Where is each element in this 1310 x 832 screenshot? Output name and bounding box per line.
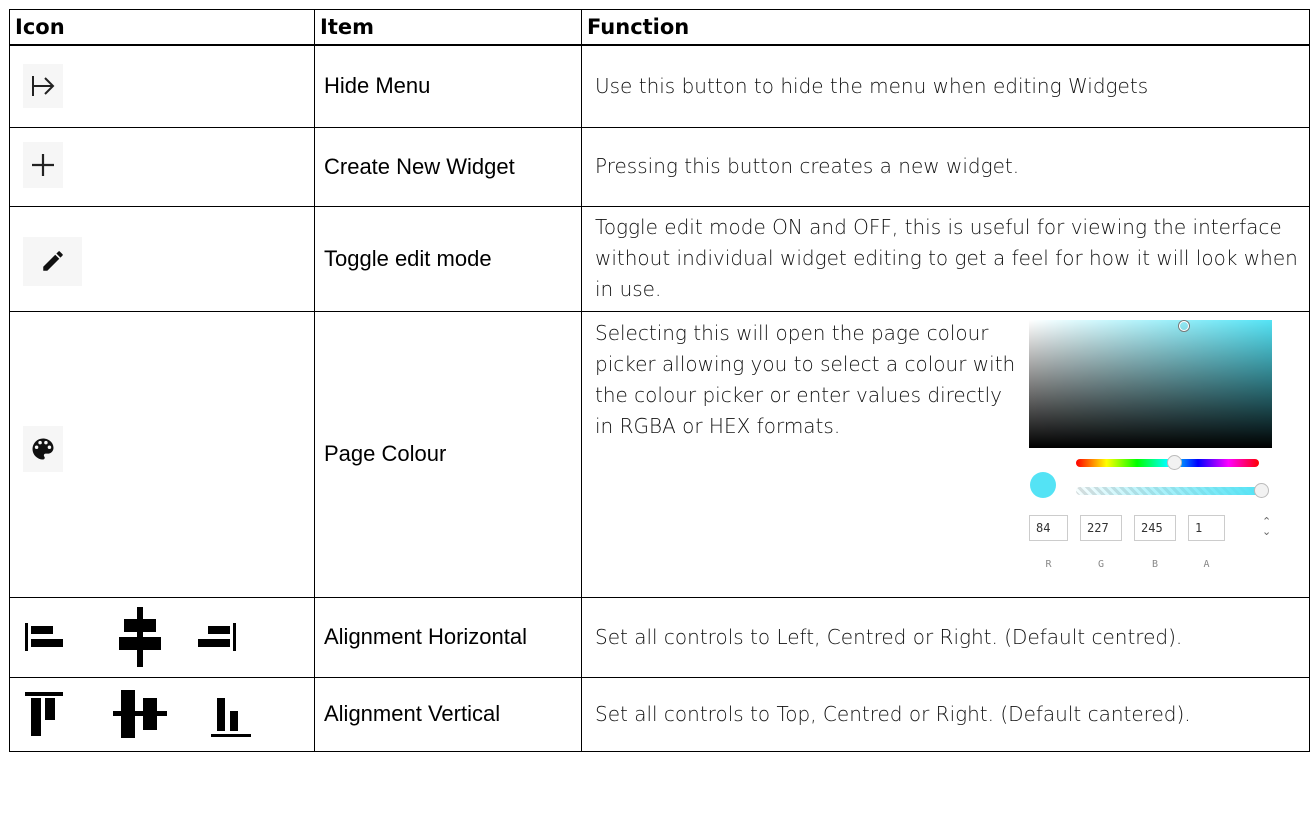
item-cell: Toggle edit mode xyxy=(314,205,582,312)
function-cell: Pressing this button creates a new widge… xyxy=(581,126,1310,207)
g-field[interactable]: 227 xyxy=(1080,514,1122,541)
table-row: Page Colour Selecting this will open the… xyxy=(9,310,1310,598)
item-cell: Alignment Horizontal xyxy=(314,596,582,678)
b-field[interactable]: 245 xyxy=(1134,514,1176,541)
saturation-area[interactable] xyxy=(1029,319,1272,448)
alpha-slider[interactable] xyxy=(1076,486,1259,495)
function-text: Selecting this will open the page colour… xyxy=(595,320,1016,438)
colour-swatch xyxy=(1030,471,1056,498)
saturation-handle[interactable] xyxy=(1179,320,1189,331)
table-row: Hide Menu Use this button to hide the me… xyxy=(9,44,1310,128)
hue-handle[interactable] xyxy=(1167,454,1182,470)
icon-cell xyxy=(9,44,315,128)
a-field[interactable]: 1 xyxy=(1188,514,1225,541)
table-row: Alignment Vertical Set all controls to T… xyxy=(9,676,1310,752)
align-right-icon xyxy=(198,622,236,651)
align-centre-icon xyxy=(119,606,161,667)
table-row: Alignment Horizontal Set all controls to… xyxy=(9,596,1310,678)
icon-cell xyxy=(9,310,315,598)
hide-menu-icon xyxy=(23,64,63,108)
table-row: Toggle edit mode Toggle edit mode ON and… xyxy=(9,205,1310,312)
function-cell: Set all controls to Top, Centred or Righ… xyxy=(581,676,1310,752)
r-label: R xyxy=(1045,558,1052,570)
item-cell: Hide Menu xyxy=(314,44,582,128)
icon-cell xyxy=(9,126,315,207)
a-label: A xyxy=(1203,558,1210,570)
g-label: G xyxy=(1097,558,1105,570)
header-item: Item xyxy=(314,9,582,46)
function-cell: Set all controls to Left, Centred or Rig… xyxy=(581,596,1310,678)
stepper-icon[interactable]: ⌃ ⌄ xyxy=(1262,516,1271,537)
align-vertical-icons xyxy=(23,683,253,744)
pencil-icon xyxy=(23,236,82,286)
function-table: Icon Item Function Hide Menu Use this bu… xyxy=(9,9,1310,752)
align-middle-icon xyxy=(113,689,167,738)
colour-picker: 84 227 245 1 ⌃ ⌄ R G B A xyxy=(1029,319,1279,590)
item-cell: Create New Widget xyxy=(314,126,582,207)
align-horizontal-icons xyxy=(23,603,253,670)
palette-icon xyxy=(23,425,63,472)
icon-cell xyxy=(9,205,315,312)
header-function: Function xyxy=(581,9,1310,46)
alpha-handle[interactable] xyxy=(1254,482,1269,498)
align-left-icon xyxy=(25,622,63,651)
header-icon: Icon xyxy=(9,9,315,46)
icon-cell xyxy=(9,596,315,678)
header-row: Icon Item Function xyxy=(9,9,1310,46)
item-cell: Page Colour xyxy=(314,310,582,598)
r-field[interactable]: 84 xyxy=(1029,514,1068,541)
item-cell: Alignment Vertical xyxy=(314,676,582,752)
plus-icon xyxy=(23,141,63,188)
table-row: Create New Widget Pressing this button c… xyxy=(9,126,1310,207)
function-cell: Toggle edit mode ON and OFF, this is use… xyxy=(581,205,1310,312)
align-top-icon xyxy=(25,691,63,736)
function-cell: Selecting this will open the page colour… xyxy=(581,310,1310,598)
function-cell: Use this button to hide the menu when ed… xyxy=(581,44,1310,128)
b-label: B xyxy=(1151,558,1159,570)
icon-cell xyxy=(9,676,315,752)
align-bottom-icon xyxy=(211,697,251,737)
